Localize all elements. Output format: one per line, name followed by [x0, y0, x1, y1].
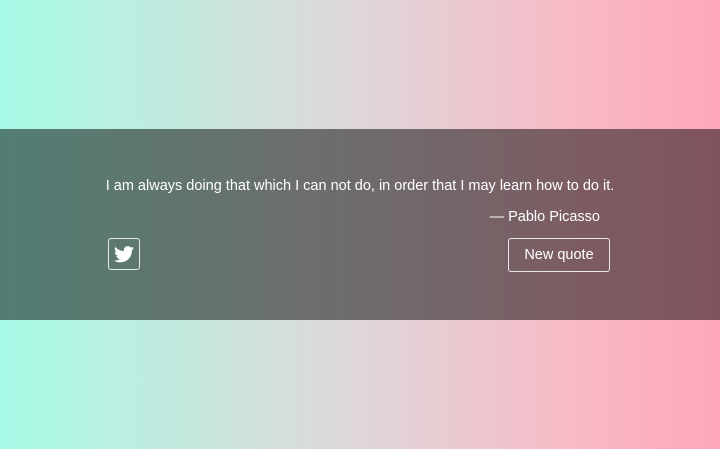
quote-text: I am always doing that which I can not d… [105, 178, 615, 194]
tweet-quote-button[interactable] [108, 238, 140, 270]
new-quote-button[interactable]: New quote [508, 238, 610, 272]
quote-author: — Pablo Picasso [489, 209, 600, 225]
quote-box: I am always doing that which I can not d… [0, 129, 720, 320]
twitter-bird-icon [114, 245, 134, 263]
